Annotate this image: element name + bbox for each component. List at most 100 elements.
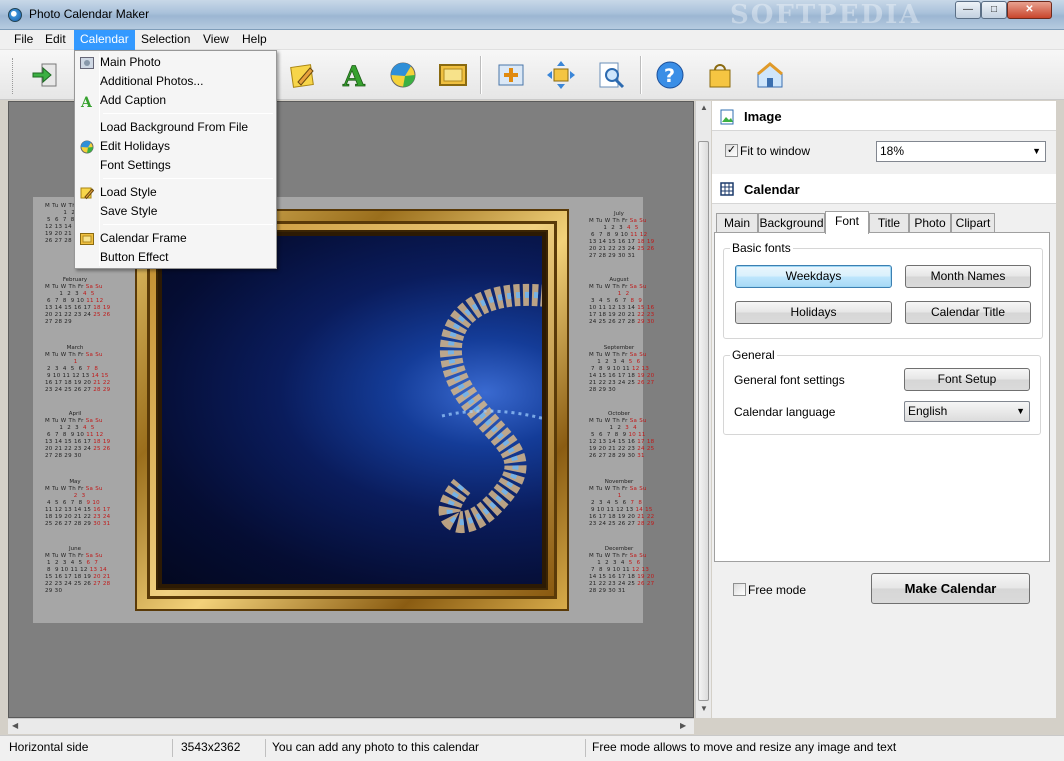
menu-view[interactable]: View xyxy=(197,30,235,50)
tab-main[interactable]: Main xyxy=(716,213,758,233)
svg-text:A: A xyxy=(342,60,366,90)
month-block: March M Tu W Th Fr Sa Su 1 2 3 4 5 6 7 8… xyxy=(45,345,111,393)
free-mode-label: Free mode xyxy=(748,583,807,597)
panel-vertical-scrollbar[interactable]: ▲ ▼ xyxy=(695,101,711,718)
menu-calendar[interactable]: Calendar xyxy=(74,30,135,50)
scroll-thumb[interactable] xyxy=(698,141,709,701)
menu-item-main-photo[interactable]: Main Photo xyxy=(77,53,274,72)
month-block: February M Tu W Th Fr Sa Su 1 2 3 4 5 6 … xyxy=(45,277,111,325)
menu-item-additional-photos[interactable]: Additional Photos... xyxy=(77,72,274,91)
holidays-button[interactable]: Holidays xyxy=(735,301,892,324)
window-title: Photo Calendar Maker xyxy=(29,7,150,21)
toolbar-grip[interactable] xyxy=(12,58,15,94)
pencil-caption-icon[interactable] xyxy=(284,56,322,94)
status-free-mode-hint: Free mode allows to move and resize any … xyxy=(592,740,897,754)
calendar-menu-dropdown: Main Photo Additional Photos... A Add Ca… xyxy=(74,50,277,269)
month-block: September M Tu W Th Fr Sa Su 1 2 3 4 5 6… xyxy=(589,345,655,393)
scroll-left-icon[interactable]: ◀ xyxy=(12,721,18,730)
svg-text:?: ? xyxy=(664,65,675,87)
settings-panel: Image ✓ Fit to window 18% ▼ Calendar Mai… xyxy=(712,101,1056,718)
frame-icon[interactable] xyxy=(434,56,472,94)
zoom-value: 18% xyxy=(880,144,905,158)
ball-icon[interactable] xyxy=(384,56,422,94)
main-photo[interactable] xyxy=(162,236,542,584)
tab-title[interactable]: Title xyxy=(869,213,909,233)
menu-file[interactable]: File xyxy=(8,30,39,50)
weekdays-button[interactable]: Weekdays xyxy=(735,265,892,288)
maximize-button[interactable]: □ xyxy=(981,1,1007,19)
home-icon[interactable] xyxy=(751,56,789,94)
tab-font[interactable]: Font xyxy=(825,211,869,234)
svg-text:A: A xyxy=(80,95,93,108)
month-block: August M Tu W Th Fr Sa Su 1 2 3 4 5 6 7 … xyxy=(589,277,655,325)
image-section-header: Image xyxy=(712,101,1056,131)
fit-to-window-checkbox[interactable]: ✓ xyxy=(725,144,738,157)
status-dimensions: 3543x2362 xyxy=(175,739,266,757)
grid-icon xyxy=(720,182,734,199)
menu-bar: File Edit Calendar Selection View Help xyxy=(0,30,1064,50)
close-button[interactable]: ✕ xyxy=(1007,1,1052,19)
make-calendar-button[interactable]: Make Calendar xyxy=(871,573,1030,604)
chevron-down-icon: ▼ xyxy=(1016,406,1025,416)
month-block: October M Tu W Th Fr Sa Su 1 2 3 4 5 6 7… xyxy=(589,411,655,459)
calendar-frame[interactable] xyxy=(135,209,569,611)
status-hint: You can add any photo to this calendar xyxy=(266,739,586,757)
frame-icon xyxy=(79,231,95,246)
basic-fonts-title: Basic fonts xyxy=(730,241,793,255)
title-bar: Photo Calendar Maker SOFTPEDIA — □ ✕ xyxy=(0,0,1064,30)
basic-fonts-group: Basic fonts Weekdays Month Names Holiday… xyxy=(723,241,1043,339)
month-block: June M Tu W Th Fr Sa Su 1 2 3 4 5 6 7 8 … xyxy=(45,546,111,594)
menu-item-calendar-frame[interactable]: Calendar Frame xyxy=(77,229,274,248)
menu-item-edit-holidays[interactable]: Edit Holidays xyxy=(77,137,274,156)
month-names-button[interactable]: Month Names xyxy=(905,265,1031,288)
month-block: December M Tu W Th Fr Sa Su 1 2 3 4 5 6 … xyxy=(589,546,655,594)
menu-item-add-caption[interactable]: A Add Caption xyxy=(77,91,274,110)
help-icon[interactable]: ? xyxy=(651,56,689,94)
calendar-language-value: English xyxy=(908,404,948,418)
caption-a-icon: A xyxy=(79,93,95,108)
calendar-section-title: Calendar xyxy=(744,182,800,197)
menu-item-save-style[interactable]: Save Style xyxy=(77,202,274,221)
free-mode-checkbox[interactable] xyxy=(733,583,746,596)
beach-ball-icon xyxy=(79,139,95,154)
tab-photo[interactable]: Photo xyxy=(909,213,951,233)
zoom-icon[interactable] xyxy=(592,56,630,94)
month-block: November M Tu W Th Fr Sa Su 1 2 3 4 5 6 … xyxy=(589,479,655,527)
minimize-button[interactable]: — xyxy=(955,1,981,19)
select-icon[interactable] xyxy=(492,56,530,94)
zoom-select[interactable]: 18% ▼ xyxy=(876,141,1046,162)
import-icon[interactable] xyxy=(26,56,64,94)
scroll-up-icon[interactable]: ▲ xyxy=(700,103,708,112)
month-block: April M Tu W Th Fr Sa Su 1 2 3 4 5 6 7 8… xyxy=(45,411,111,459)
menu-edit[interactable]: Edit xyxy=(39,30,72,50)
style-icon xyxy=(79,185,95,200)
text-a-icon[interactable]: A xyxy=(335,56,373,94)
general-title: General xyxy=(730,348,777,362)
image-section-title: Image xyxy=(744,109,782,124)
menu-help[interactable]: Help xyxy=(236,30,273,50)
menu-selection[interactable]: Selection xyxy=(135,30,196,50)
menu-item-load-background[interactable]: Load Background From File xyxy=(77,118,274,137)
status-bar: Horizontal side 3543x2362 You can add an… xyxy=(0,735,1064,761)
softpedia-watermark: SOFTPEDIA xyxy=(730,0,922,30)
chevron-down-icon: ▼ xyxy=(1032,146,1041,156)
menu-item-load-style[interactable]: Load Style xyxy=(77,183,274,202)
status-orientation: Horizontal side xyxy=(3,739,173,757)
move-icon[interactable] xyxy=(542,56,580,94)
menu-item-button-effect[interactable]: Button Effect xyxy=(77,248,274,267)
horizontal-scrollbar[interactable]: ◀ ▶ xyxy=(8,718,694,734)
scroll-right-icon[interactable]: ▶ xyxy=(680,721,686,730)
tab-clipart[interactable]: Clipart xyxy=(951,213,995,233)
calendar-language-select[interactable]: English ▼ xyxy=(904,401,1030,422)
calendar-title-button[interactable]: Calendar Title xyxy=(905,301,1031,324)
buy-bag-icon[interactable] xyxy=(701,56,739,94)
image-icon xyxy=(720,109,734,128)
month-block: July M Tu W Th Fr Sa Su 1 2 3 4 5 6 7 8 … xyxy=(589,211,655,259)
fit-to-window-label: Fit to window xyxy=(740,144,811,158)
menu-item-font-settings[interactable]: Font Settings xyxy=(77,156,274,175)
tab-background[interactable]: Background xyxy=(758,213,825,233)
scroll-down-icon[interactable]: ▼ xyxy=(700,704,708,713)
month-block: May M Tu W Th Fr Sa Su 2 3 4 5 6 7 8 9 1… xyxy=(45,479,111,527)
font-setup-button[interactable]: Font Setup xyxy=(904,368,1030,391)
general-group: General General font settings Font Setup… xyxy=(723,348,1041,435)
